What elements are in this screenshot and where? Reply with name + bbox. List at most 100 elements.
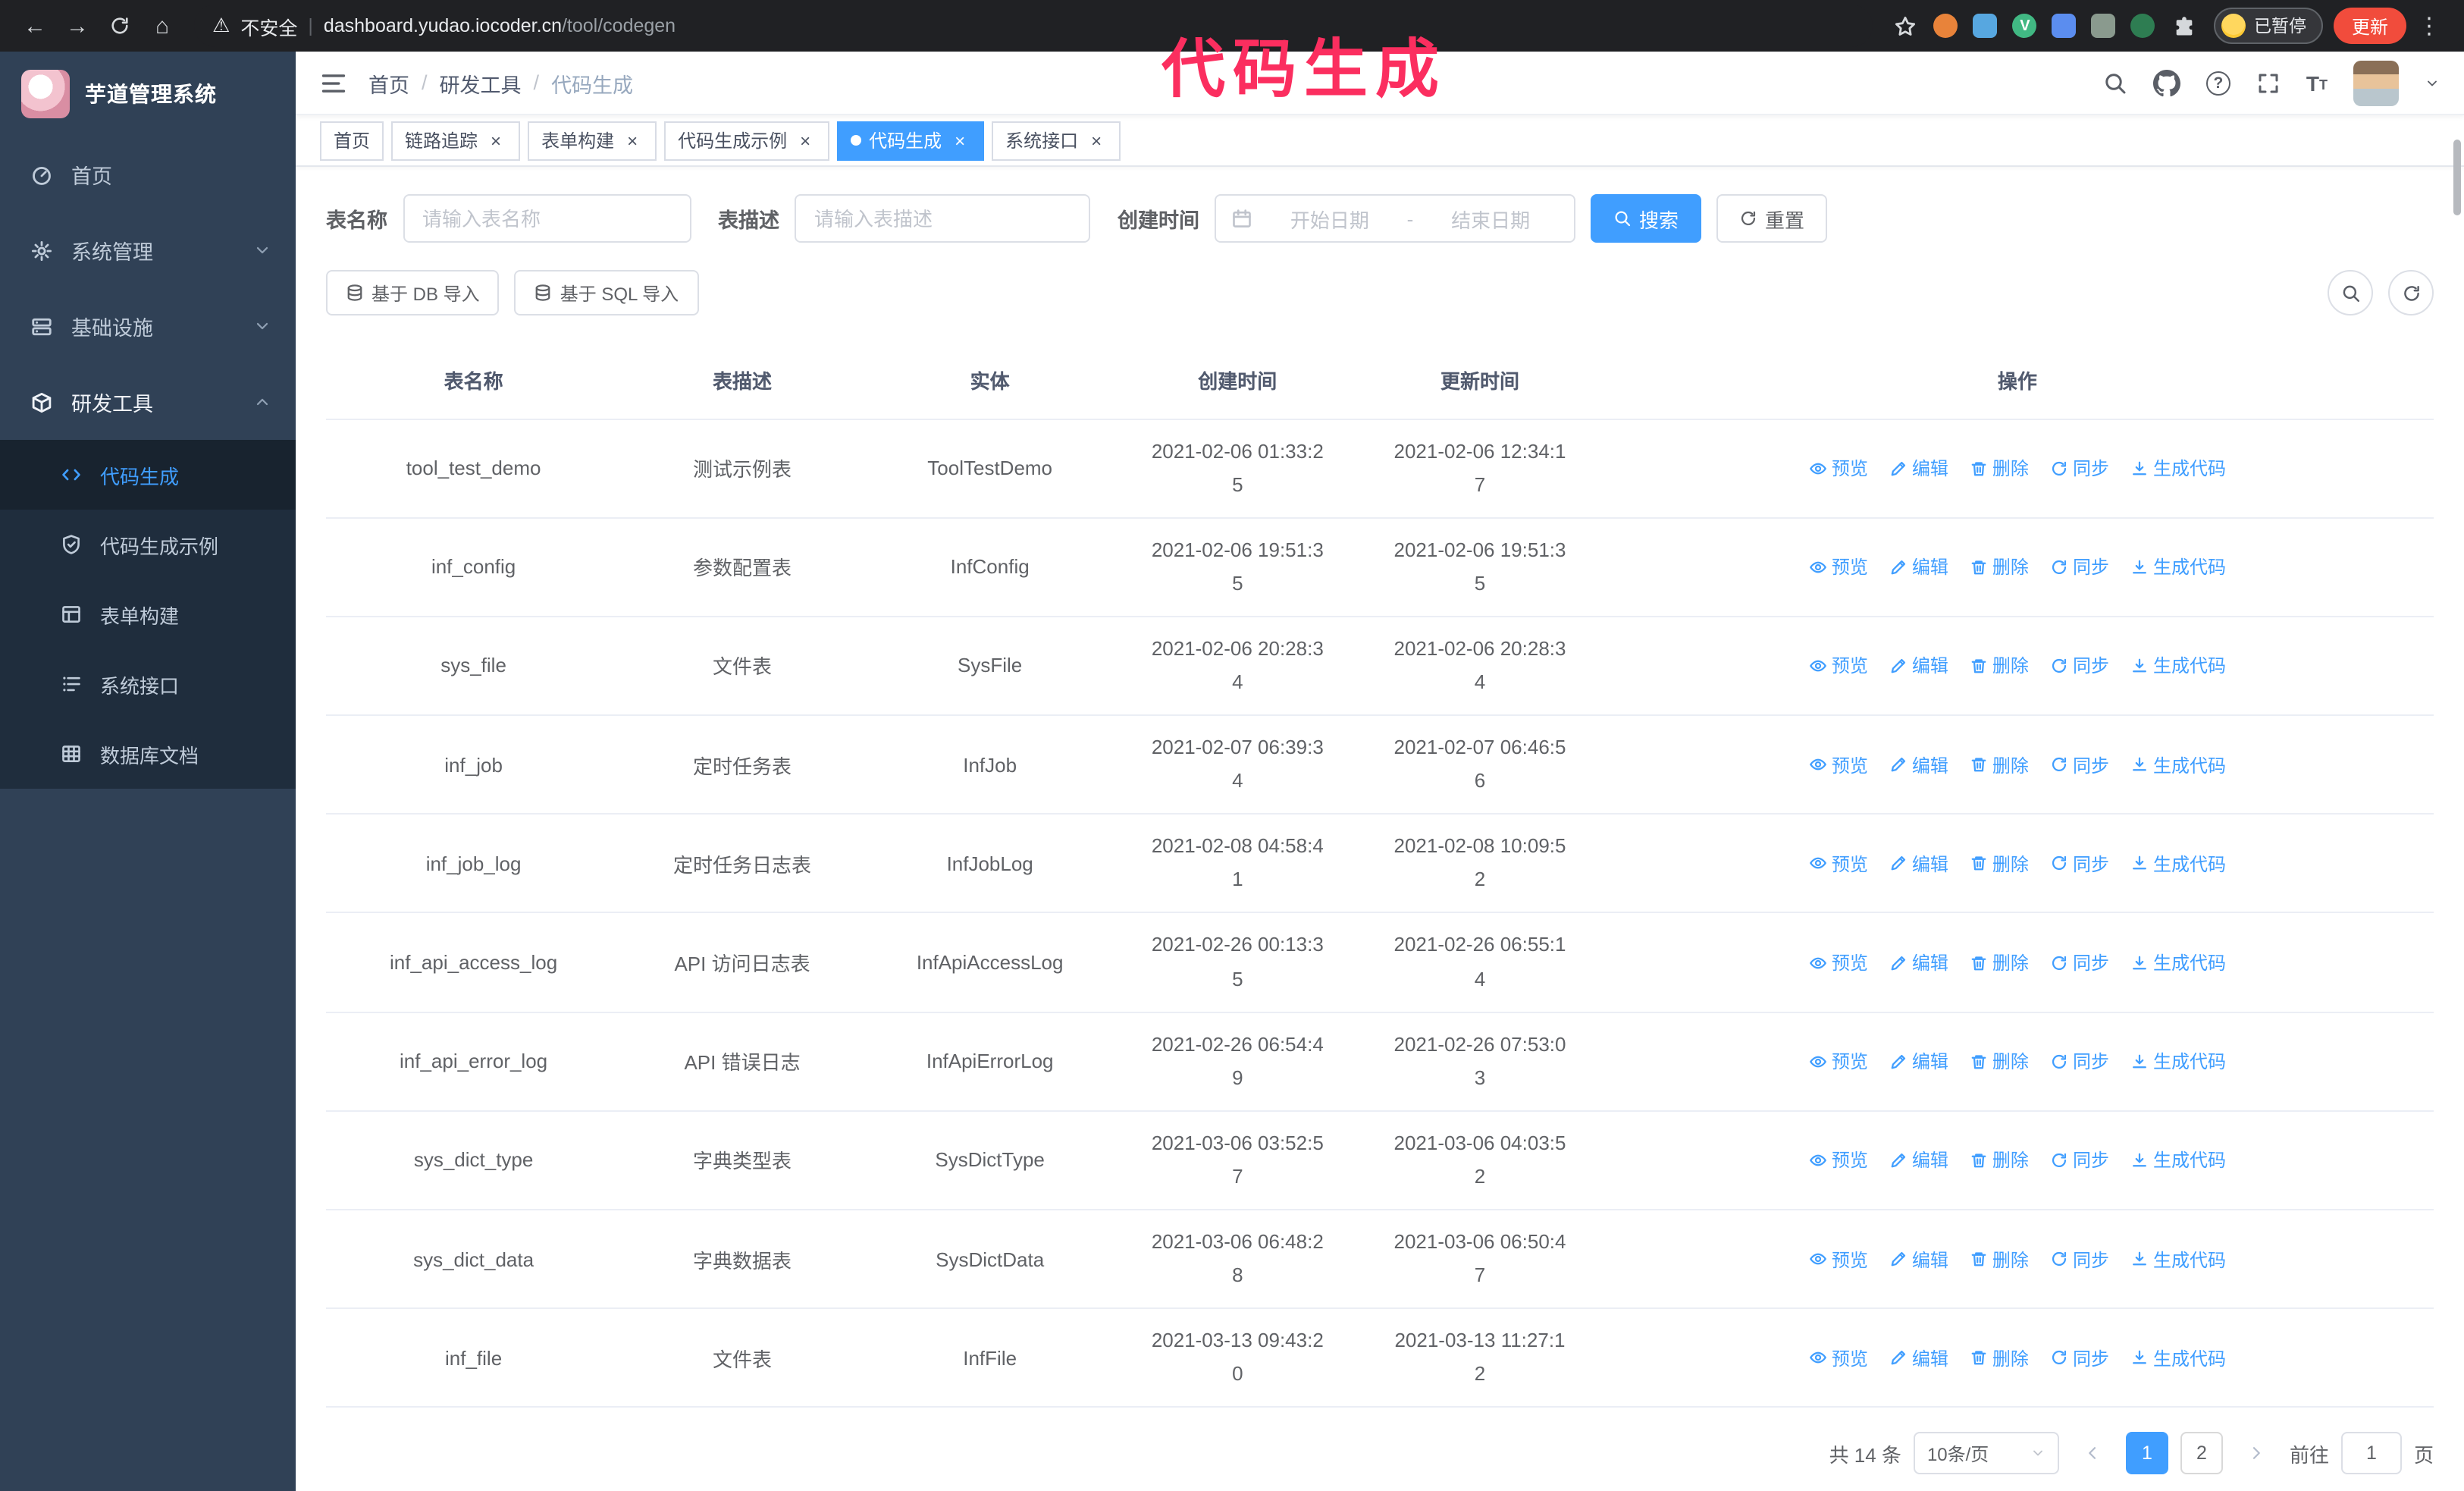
generate-code-link[interactable]: 生成代码 — [2130, 950, 2226, 975]
delete-link[interactable]: 删除 — [1970, 950, 2029, 975]
sync-link[interactable]: 同步 — [2050, 455, 2109, 481]
sidebar-item-home[interactable]: 首页 — [0, 137, 296, 212]
profile-paused-badge[interactable]: 已暂停 — [2214, 8, 2323, 44]
preview-link[interactable]: 预览 — [1809, 950, 1868, 975]
preview-link[interactable]: 预览 — [1809, 653, 1868, 679]
page-1-button[interactable]: 1 — [2125, 1432, 2168, 1475]
extensions-puzzle-icon[interactable] — [2165, 6, 2204, 46]
page-size-select[interactable]: 10条/页 — [1913, 1432, 2059, 1475]
delete-link[interactable]: 删除 — [1970, 752, 2029, 777]
sidebar-item-codegen-example[interactable]: 代码生成示例 — [0, 510, 296, 579]
delete-link[interactable]: 删除 — [1970, 1048, 2029, 1074]
edit-link[interactable]: 编辑 — [1889, 455, 1948, 481]
edit-link[interactable]: 编辑 — [1889, 950, 1948, 975]
breadcrumb-home[interactable]: 首页 — [368, 67, 409, 98]
generate-code-link[interactable]: 生成代码 — [2130, 1048, 2226, 1074]
sidebar-item-system[interactable]: 系统管理 — [0, 212, 296, 288]
sync-link[interactable]: 同步 — [2050, 752, 2109, 777]
avatar-caret-icon[interactable] — [2425, 75, 2440, 90]
delete-link[interactable]: 删除 — [1970, 851, 2029, 877]
sync-link[interactable]: 同步 — [2050, 653, 2109, 679]
delete-link[interactable]: 删除 — [1970, 1246, 2029, 1272]
tab-close-icon[interactable]: × — [622, 130, 643, 151]
edit-link[interactable]: 编辑 — [1889, 851, 1948, 877]
help-icon[interactable]: ? — [2205, 71, 2230, 95]
preview-link[interactable]: 预览 — [1809, 1147, 1868, 1173]
sync-link[interactable]: 同步 — [2050, 1147, 2109, 1173]
generate-code-link[interactable]: 生成代码 — [2130, 752, 2226, 777]
goto-page-input[interactable] — [2340, 1432, 2402, 1475]
browser-forward-icon[interactable]: → — [58, 6, 97, 46]
fullscreen-icon[interactable] — [2256, 71, 2281, 95]
tab-system-api[interactable]: 系统接口 × — [992, 121, 1121, 160]
edit-link[interactable]: 编辑 — [1889, 1147, 1948, 1173]
sync-link[interactable]: 同步 — [2050, 1345, 2109, 1371]
user-avatar[interactable] — [2353, 60, 2399, 105]
tab-close-icon[interactable]: × — [949, 130, 970, 151]
chrome-update-button[interactable]: 更新 — [2333, 8, 2406, 44]
browser-back-icon[interactable]: ← — [15, 6, 55, 46]
import-db-button[interactable]: 基于 DB 导入 — [326, 270, 500, 315]
delete-link[interactable]: 删除 — [1970, 1147, 2029, 1173]
sidebar-toggle-icon[interactable] — [320, 69, 347, 96]
sync-link[interactable]: 同步 — [2050, 1048, 2109, 1074]
sidebar-item-db-docs[interactable]: 数据库文档 — [0, 719, 296, 789]
sidebar-item-codegen[interactable]: 代码生成 — [0, 440, 296, 510]
sidebar-item-infrastructure[interactable]: 基础设施 — [0, 288, 296, 364]
generate-code-link[interactable]: 生成代码 — [2130, 1345, 2226, 1371]
extension-icon-grid[interactable] — [2091, 14, 2116, 38]
extension-icon-orange[interactable] — [1933, 14, 1958, 38]
edit-link[interactable]: 编辑 — [1889, 1345, 1948, 1371]
font-size-icon[interactable]: TT — [2306, 72, 2328, 93]
search-icon[interactable] — [2103, 71, 2127, 95]
tab-close-icon[interactable]: × — [485, 130, 506, 151]
generate-code-link[interactable]: 生成代码 — [2130, 554, 2226, 580]
delete-link[interactable]: 删除 — [1970, 455, 2029, 481]
browser-menu-icon[interactable]: ⋮ — [2409, 6, 2449, 46]
preview-link[interactable]: 预览 — [1809, 1246, 1868, 1272]
sync-link[interactable]: 同步 — [2050, 851, 2109, 877]
tab-codegen-example[interactable]: 代码生成示例 × — [664, 121, 830, 160]
vue-devtools-icon[interactable]: V — [2012, 14, 2037, 38]
preview-link[interactable]: 预览 — [1809, 851, 1868, 877]
delete-link[interactable]: 删除 — [1970, 554, 2029, 580]
github-icon[interactable] — [2153, 69, 2180, 96]
address-bar[interactable]: ⚠ 不安全 | dashboard.yudao.iocoder.cn/tool/… — [194, 5, 1873, 47]
tab-close-icon[interactable]: × — [795, 130, 816, 151]
sidebar-item-form-builder[interactable]: 表单构建 — [0, 579, 296, 649]
tab-close-icon[interactable]: × — [1086, 130, 1107, 151]
sidebar-item-system-api[interactable]: 系统接口 — [0, 649, 296, 719]
extension-icon-leaf[interactable] — [2130, 14, 2155, 38]
refresh-table-button[interactable] — [2388, 270, 2434, 315]
sync-link[interactable]: 同步 — [2050, 1246, 2109, 1272]
generate-code-link[interactable]: 生成代码 — [2130, 1147, 2226, 1173]
edit-link[interactable]: 编辑 — [1889, 653, 1948, 679]
delete-link[interactable]: 删除 — [1970, 1345, 2029, 1371]
extension-icon-contacts[interactable] — [2052, 14, 2077, 38]
tab-home[interactable]: 首页 — [320, 121, 384, 160]
preview-link[interactable]: 预览 — [1809, 752, 1868, 777]
browser-reload-icon[interactable] — [100, 6, 140, 46]
edit-link[interactable]: 编辑 — [1889, 1246, 1948, 1272]
breadcrumb-dev-tools[interactable]: 研发工具 — [440, 67, 522, 98]
edit-link[interactable]: 编辑 — [1889, 554, 1948, 580]
browser-home-icon[interactable]: ⌂ — [143, 6, 182, 46]
delete-link[interactable]: 删除 — [1970, 653, 2029, 679]
extension-icon-blue[interactable] — [1973, 14, 1998, 38]
sync-link[interactable]: 同步 — [2050, 950, 2109, 975]
preview-link[interactable]: 预览 — [1809, 1048, 1868, 1074]
generate-code-link[interactable]: 生成代码 — [2130, 455, 2226, 481]
preview-link[interactable]: 预览 — [1809, 455, 1868, 481]
toggle-search-button[interactable] — [2328, 270, 2373, 315]
generate-code-link[interactable]: 生成代码 — [2130, 851, 2226, 877]
sync-link[interactable]: 同步 — [2050, 554, 2109, 580]
generate-code-link[interactable]: 生成代码 — [2130, 1246, 2226, 1272]
create-time-range-picker[interactable]: 开始日期 - 结束日期 — [1215, 194, 1575, 243]
reset-button[interactable]: 重置 — [1716, 194, 1828, 243]
tab-link-trace[interactable]: 链路追踪 × — [391, 121, 521, 160]
tab-codegen[interactable]: 代码生成 × — [837, 121, 985, 160]
tab-form-builder[interactable]: 表单构建 × — [528, 121, 657, 160]
edit-link[interactable]: 编辑 — [1889, 1048, 1948, 1074]
prev-page-button[interactable] — [2071, 1433, 2114, 1475]
scrollbar-thumb[interactable] — [2453, 140, 2461, 215]
